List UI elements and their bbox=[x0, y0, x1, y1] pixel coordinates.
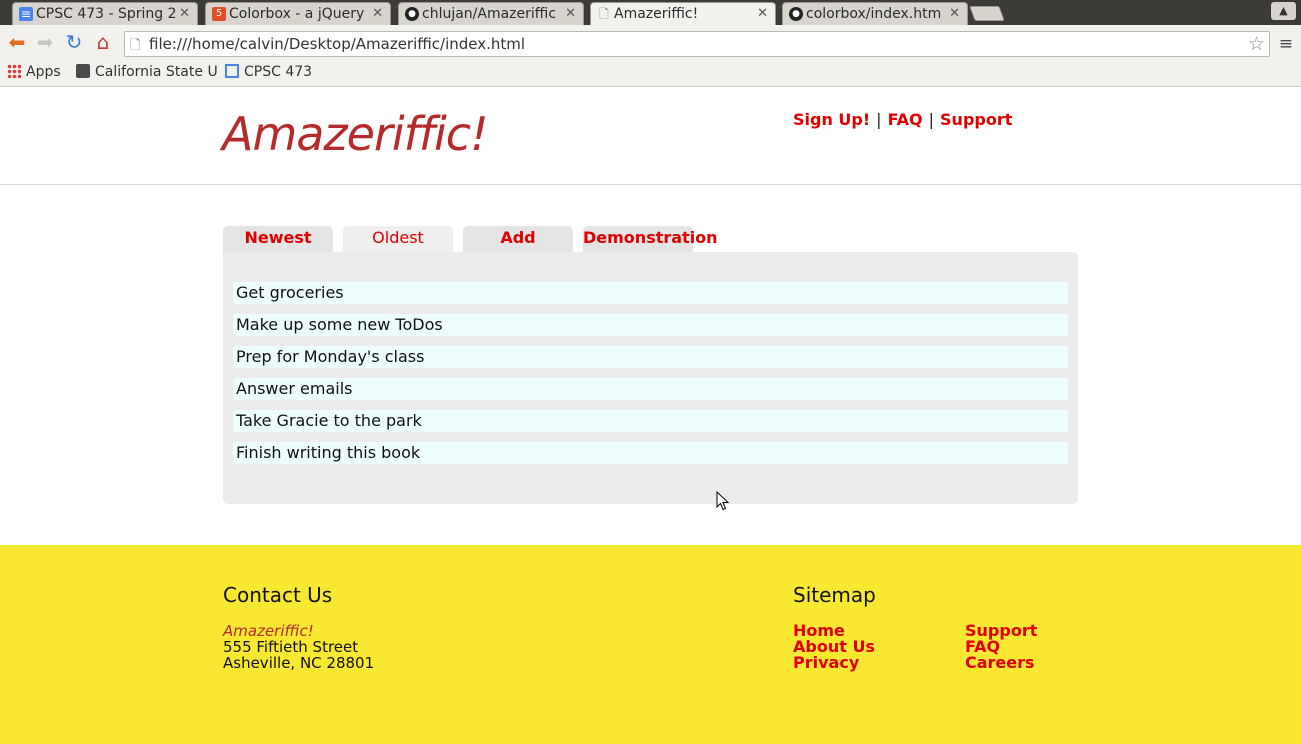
bookmark-label: CPSC 473 bbox=[244, 64, 313, 80]
profile-icon[interactable]: ▲ bbox=[1271, 2, 1296, 20]
footer-brand: Amazeriffic! bbox=[223, 622, 314, 640]
new-tab-button[interactable] bbox=[969, 6, 1005, 21]
tab-title: CPSC 473 - Spring 20 bbox=[36, 6, 176, 22]
bookmark-label: California State U bbox=[95, 64, 218, 80]
close-icon[interactable]: ✕ bbox=[372, 6, 383, 21]
docs-icon: ≡ bbox=[19, 7, 33, 21]
html5-icon: 5 bbox=[212, 7, 226, 21]
address-city: Asheville, NC 28801 bbox=[223, 654, 375, 672]
address-bar[interactable]: 🗋 file:///home/calvin/Desktop/Amazeriffi… bbox=[124, 31, 1270, 57]
contact-address: Amazeriffic! 555 Fiftieth Street Ashevil… bbox=[223, 623, 374, 671]
site-header: Amazeriffic! Sign Up! | FAQ | Support bbox=[0, 87, 1301, 185]
signup-link[interactable]: Sign Up! bbox=[793, 110, 870, 129]
tab-title: colorbox/index.htm bbox=[806, 6, 942, 22]
github-icon: ● bbox=[789, 7, 803, 21]
mouse-cursor-icon bbox=[716, 491, 730, 511]
menu-icon[interactable]: ≡ bbox=[1276, 34, 1296, 54]
forward-arrow-icon[interactable]: ➡ bbox=[33, 30, 57, 54]
sitemap-heading: Sitemap bbox=[793, 583, 876, 607]
bookmark-cpsc473[interactable]: CPSC 473 bbox=[225, 64, 312, 80]
tab-add[interactable]: Add bbox=[463, 226, 573, 252]
contact-heading: Contact Us bbox=[223, 583, 333, 607]
page-content: Amazeriffic! Sign Up! | FAQ | Support Newest… bbox=[0, 87, 1301, 744]
browser-tab-github-chlujan[interactable]: ● chlujan/Amazeriffic ✕ bbox=[398, 2, 584, 25]
bookmarks-bar: Apps California State U CPSC 473 bbox=[0, 60, 1301, 87]
tab-demonstration[interactable]: Demonstration bbox=[583, 226, 718, 252]
sitemap-column-1: Home About Us Privacy bbox=[793, 623, 875, 671]
close-icon[interactable]: ✕ bbox=[179, 6, 190, 21]
close-icon[interactable]: ✕ bbox=[565, 6, 576, 21]
calendar-icon bbox=[225, 64, 239, 78]
close-icon[interactable]: ✕ bbox=[757, 6, 768, 21]
nav-separator: | bbox=[876, 110, 882, 129]
faq-link[interactable]: FAQ bbox=[888, 110, 923, 129]
sitemap-link-privacy[interactable]: Privacy bbox=[793, 655, 875, 671]
browser-tab-cpsc473[interactable]: ≡ CPSC 473 - Spring 20 ✕ bbox=[12, 2, 198, 25]
address-url[interactable]: file:///home/calvin/Desktop/Amazeriffic/… bbox=[149, 35, 525, 53]
site-logo: Amazeriffic! bbox=[222, 107, 489, 161]
list-item: Prep for Monday's class bbox=[233, 346, 1068, 368]
list-item: Answer emails bbox=[233, 378, 1068, 400]
list-item: Get groceries bbox=[233, 282, 1068, 304]
list-item: Finish writing this book bbox=[233, 442, 1068, 464]
bookmark-star-icon[interactable]: ☆ bbox=[1248, 33, 1265, 55]
tab-oldest[interactable]: Oldest bbox=[343, 226, 453, 253]
bookmark-apps[interactable]: Apps bbox=[7, 64, 61, 80]
tab-title: chlujan/Amazeriffic bbox=[422, 6, 557, 22]
support-link[interactable]: Support bbox=[940, 110, 1012, 129]
todo-panel: Get groceries Make up some new ToDos Pre… bbox=[223, 252, 1078, 504]
tab-newest[interactable]: Newest bbox=[223, 226, 333, 252]
site-footer: Contact Us Amazeriffic! 555 Fiftieth Str… bbox=[0, 545, 1301, 744]
home-icon[interactable]: ⌂ bbox=[91, 30, 115, 54]
list-item: Take Gracie to the park bbox=[233, 410, 1068, 432]
reload-icon[interactable]: ↻ bbox=[62, 30, 86, 54]
bookmark-label: Apps bbox=[26, 64, 61, 80]
browser-tab-amazeriffic[interactable]: 🗋 Amazeriffic! ✕ bbox=[590, 2, 776, 25]
bookmark-california-state[interactable]: California State U bbox=[76, 64, 218, 80]
browser-tab-github-colorbox[interactable]: ● colorbox/index.htm ✕ bbox=[782, 2, 968, 25]
close-icon[interactable]: ✕ bbox=[949, 6, 960, 21]
browser-tab-colorbox[interactable]: 5 Colorbox - a jQuery l ✕ bbox=[205, 2, 391, 25]
page-icon: 🗋 bbox=[599, 7, 609, 21]
apps-grid-icon bbox=[7, 64, 21, 78]
sitemap-link-careers[interactable]: Careers bbox=[965, 655, 1037, 671]
address-street: 555 Fiftieth Street bbox=[223, 638, 359, 656]
tab-title: Colorbox - a jQuery l bbox=[229, 6, 369, 22]
list-item: Make up some new ToDos bbox=[233, 314, 1068, 336]
university-icon bbox=[76, 64, 90, 78]
nav-separator: | bbox=[928, 110, 935, 129]
sitemap-column-2: Support FAQ Careers bbox=[965, 623, 1037, 671]
browser-tab-strip: ≡ CPSC 473 - Spring 20 ✕ 5 Colorbox - a … bbox=[0, 0, 1301, 25]
github-icon: ● bbox=[405, 7, 419, 21]
tab-title: Amazeriffic! bbox=[614, 6, 699, 22]
back-arrow-icon[interactable]: ⬅ bbox=[5, 30, 29, 54]
top-nav: Sign Up! | FAQ | Support bbox=[793, 110, 1012, 129]
page-icon: 🗋 bbox=[130, 38, 141, 53]
